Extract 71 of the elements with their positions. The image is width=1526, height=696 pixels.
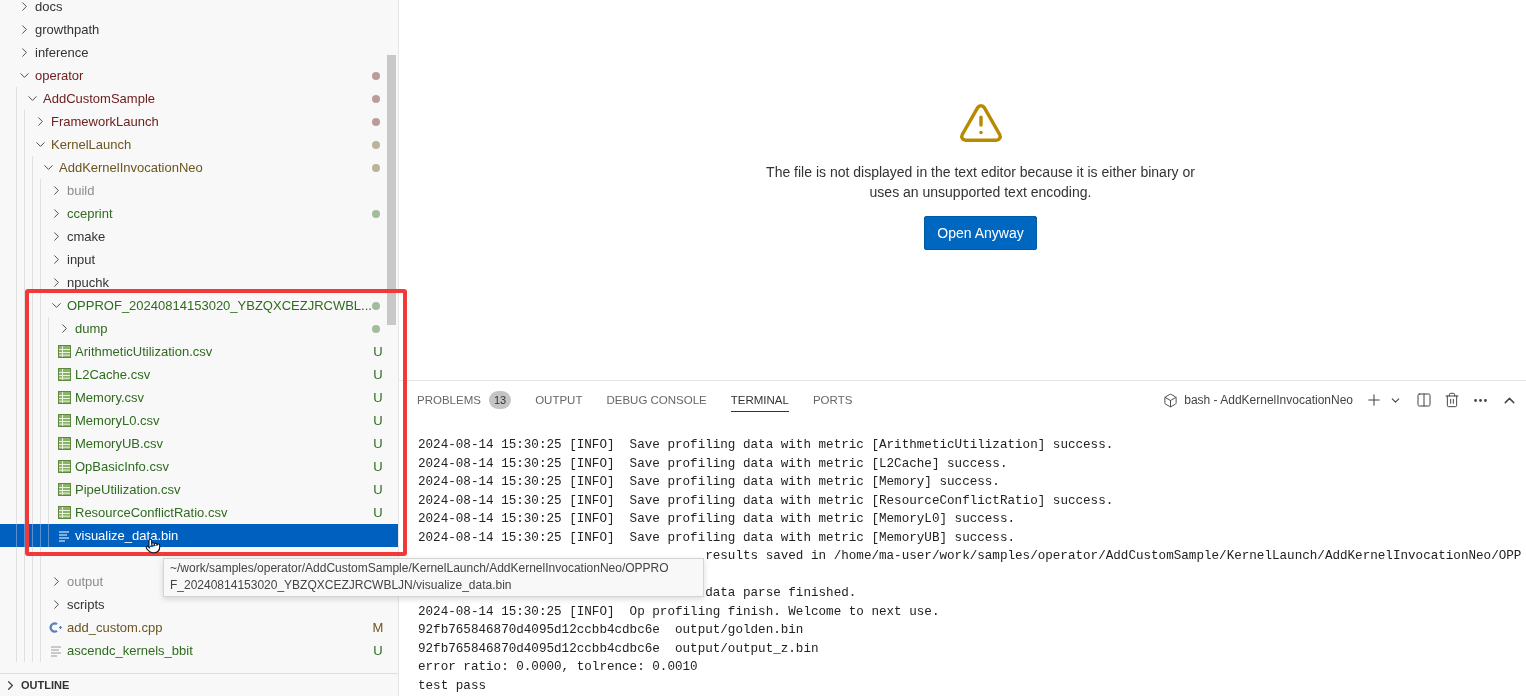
folder-item[interactable]: docs [0, 0, 398, 18]
file-item[interactable]: L2Cache.csv U [0, 363, 398, 386]
panel-tab[interactable]: OUTPUT [535, 388, 583, 412]
open-anyway-button[interactable]: Open Anyway [924, 216, 1037, 250]
terminal-name[interactable]: bash - AddKernelInvocationNeo [1184, 393, 1353, 407]
trash-icon[interactable] [1444, 392, 1460, 408]
folder-item[interactable]: growthpath [0, 18, 398, 41]
split-icon[interactable] [1416, 392, 1432, 408]
terminal-line: 92fb765846870d4095d12ccbb4cdbc6e output/golden.bin [418, 622, 805, 639]
git-status-label: M [372, 620, 384, 635]
status-dot [372, 71, 380, 80]
folder-item[interactable]: KernelLaunch [0, 133, 398, 156]
git-status-label: U [372, 482, 384, 497]
folder-item[interactable]: cceprint [0, 202, 398, 225]
folder-item[interactable]: AddKernelInvocationNeo [0, 156, 398, 179]
folder-item[interactable]: dump [0, 317, 398, 340]
panel-tab[interactable]: PROBLEMS 13 [417, 385, 512, 415]
terminal-line: error ratio: 0.0000, tolrence: 0.0010 [418, 659, 699, 676]
folder-item[interactable]: FrameworkLaunch [0, 110, 398, 133]
git-status-label: U [372, 344, 384, 359]
file-item[interactable]: visualize_data.bin [0, 524, 398, 547]
status-dot [372, 94, 380, 103]
git-status-label: U [372, 436, 384, 451]
terminal-line: 2024-08-14 15:30:25 [INFO] Save profiling data with metric [ArithmeticUtilization] success. [418, 437, 1115, 454]
status-dot [372, 163, 380, 172]
git-status-label: U [372, 413, 384, 428]
file-item[interactable]: MemoryUB.csv U [0, 432, 398, 455]
plus-icon[interactable] [1365, 391, 1383, 409]
terminal-line: 2024-08-14 15:30:25 [INFO] Save profiling data with metric [Memory] success. [418, 474, 1001, 491]
folder-item[interactable]: scripts [0, 593, 398, 616]
panel-tab[interactable]: DEBUG CONSOLE [606, 388, 707, 412]
tooltip-text: F_20240814153020_YBZQXCEZJRCWBLJN/visualize_data.bin [170, 577, 513, 594]
git-status-label: U [372, 390, 384, 405]
count-badge: 13 [488, 391, 512, 409]
file-item[interactable]: Memory.csv U [0, 386, 398, 409]
terminal-line: results saved in /home/ma-user/work/samples/operator/AddCustomSample/KernelLaunch/AddKernelInvocationNeo/OPP [704, 548, 1523, 565]
folder-item[interactable]: build [0, 179, 398, 202]
file-item[interactable]: PipeUtilization.csv U [0, 478, 398, 501]
file-item[interactable]: OpBasicInfo.csv U [0, 455, 398, 478]
file-item[interactable]: add_custom.cpp M [0, 616, 398, 639]
status-dot [372, 301, 380, 310]
status-dot [372, 117, 380, 126]
folder-item[interactable]: AddCustomSample [0, 87, 398, 110]
panel-tab[interactable]: PORTS [812, 388, 853, 412]
scrollbar-thumb[interactable] [387, 55, 396, 325]
panel-tab[interactable]: TERMINAL [730, 388, 789, 412]
status-dot [372, 140, 380, 149]
tooltip-text: ~/work/samples/operator/AddCustomSample/KernelLaunch/AddKernelInvocationNeo/OPPRO [170, 560, 670, 577]
folder-item[interactable]: cmake [0, 225, 398, 248]
folder-item[interactable]: inference [0, 41, 398, 64]
folder-item[interactable]: input [0, 248, 398, 271]
terminal-line: 2024-08-14 15:30:25 [INFO] Save profiling data with metric [L2Cache] success. [418, 455, 1009, 473]
status-dot [372, 209, 380, 218]
terminal-line: 2024-08-14 15:30:25 [INFO] Save profiling data with metric [MemoryL0] success. [418, 511, 1017, 528]
file-item[interactable]: MemoryL0.csv U [0, 409, 398, 432]
terminal-line: test pass [418, 677, 488, 695]
binary-file-message: The file is not displayed in the text editor because it is either binary or uses an unsupported text encoding. [765, 163, 1196, 202]
git-status-label: U [372, 643, 384, 658]
terminal-line: 2024-08-14 15:30:25 [INFO] Save profiling data with metric [MemoryUB] success. [418, 529, 1017, 547]
file-item[interactable]: ascendc_kernels_bbit U [0, 639, 398, 662]
file-item[interactable]: ArithmeticUtilization.csv U [0, 340, 398, 363]
git-status-label: U [372, 367, 384, 382]
status-dot [372, 324, 380, 333]
terminal-line: 2024-08-14 15:30:25 [INFO] Save profiling data with metric [ResourceConflictRatio] success. [418, 492, 1115, 510]
git-status-label: U [372, 459, 384, 474]
terminal-line: 92fb765846870d4095d12ccbb4cdbc6e output/output_z.bin [418, 640, 820, 658]
folder-item[interactable]: OPPROF_20240814153020_YBZQXCEZJRCWBL... [0, 294, 398, 317]
folder-item[interactable]: operator [0, 64, 398, 87]
terminal-line: 2024-08-14 15:30:25 [INFO] Op profiling finish. Welcome to next use. [418, 603, 941, 621]
git-status-label: U [372, 505, 384, 520]
shell-icon [1163, 392, 1179, 408]
